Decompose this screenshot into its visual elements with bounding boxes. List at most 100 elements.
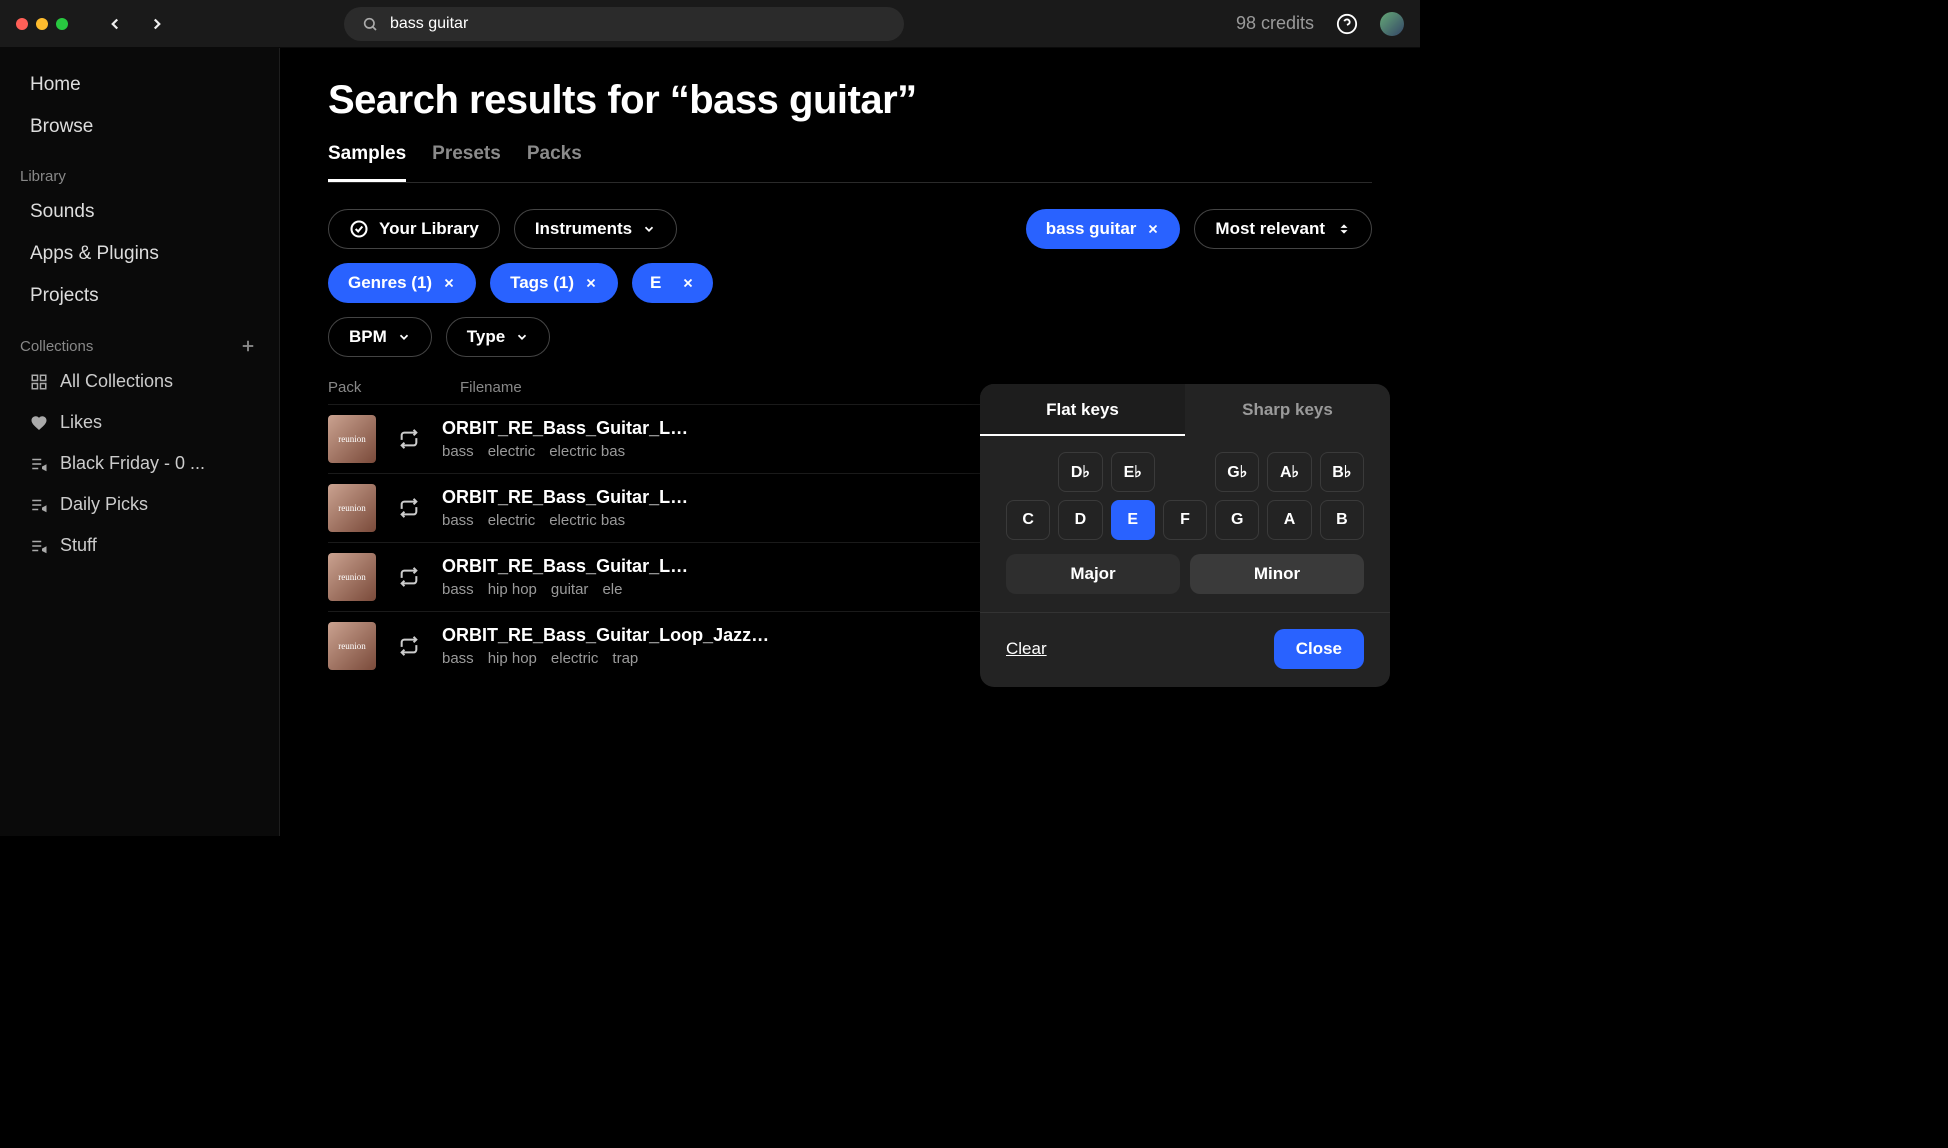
tag[interactable]: bass	[442, 650, 474, 667]
forward-button[interactable]	[148, 15, 166, 33]
sidebar-item-home[interactable]: Home	[0, 66, 279, 104]
close-icon[interactable]	[1146, 222, 1160, 236]
key-G[interactable]: G	[1215, 500, 1259, 540]
titlebar: 98 credits	[0, 0, 1420, 48]
filename: ORBIT_RE_Bass_Guitar_Loop_Jazz…	[442, 625, 782, 646]
tag-list: bass hip hop guitar ele	[442, 581, 782, 598]
clear-button[interactable]: Clear	[1006, 639, 1047, 659]
key-E[interactable]: E	[1111, 500, 1155, 540]
tag[interactable]: ele	[602, 581, 622, 598]
tag[interactable]: electric bas	[549, 443, 625, 460]
sidebar-item-black-friday[interactable]: Black Friday - 0 ...	[0, 445, 279, 482]
credits-label[interactable]: 98 credits	[1236, 13, 1314, 34]
key-D♭[interactable]: D♭	[1058, 452, 1102, 492]
filters-row-1: Your Library Instruments bass guitar Mos…	[328, 209, 1372, 249]
window-controls	[16, 18, 68, 30]
tag[interactable]: trap	[612, 650, 638, 667]
tag[interactable]: hip hop	[488, 581, 537, 598]
add-collection-button[interactable]	[239, 337, 257, 355]
key-C[interactable]: C	[1006, 500, 1050, 540]
key-filter-chip[interactable]: E	[632, 263, 713, 303]
sidebar-item-stuff[interactable]: Stuff	[0, 527, 279, 564]
maximize-window-button[interactable]	[56, 18, 68, 30]
close-icon[interactable]	[584, 276, 598, 290]
key-D[interactable]: D	[1058, 500, 1102, 540]
mode-major-button[interactable]: Major	[1006, 554, 1180, 594]
pack-artwork[interactable]	[328, 415, 376, 463]
loop-icon	[398, 497, 420, 519]
key-A[interactable]: A	[1267, 500, 1311, 540]
chip-label: Genres (1)	[348, 273, 432, 293]
search-input[interactable]	[390, 15, 886, 33]
search-field[interactable]	[344, 7, 904, 41]
help-icon[interactable]	[1336, 13, 1358, 35]
filename: ORBIT_RE_Bass_Guitar_L…	[442, 487, 782, 508]
loop-icon	[398, 635, 420, 657]
tag[interactable]: bass	[442, 581, 474, 598]
sort-label: Most relevant	[1215, 219, 1325, 239]
tab-samples[interactable]: Samples	[328, 143, 406, 182]
your-library-filter[interactable]: Your Library	[328, 209, 500, 249]
sidebar-item-sounds[interactable]: Sounds	[0, 193, 279, 231]
th-pack: Pack	[328, 379, 370, 396]
tag[interactable]: bass	[442, 512, 474, 529]
tag[interactable]: electric bas	[549, 512, 625, 529]
sidebar-item-apps[interactable]: Apps & Plugins	[0, 235, 279, 273]
chip-label: Tags (1)	[510, 273, 574, 293]
heart-icon	[30, 414, 48, 432]
filename: ORBIT_RE_Bass_Guitar_L…	[442, 556, 782, 577]
key-B♭[interactable]: B♭	[1320, 452, 1364, 492]
popover-tab-flat[interactable]: Flat keys	[980, 384, 1185, 436]
grid-icon	[30, 373, 48, 391]
pack-artwork[interactable]	[328, 484, 376, 532]
sidebar-item-browse[interactable]: Browse	[0, 108, 279, 146]
tab-presets[interactable]: Presets	[432, 143, 501, 182]
tag[interactable]: electric	[488, 443, 536, 460]
minimize-window-button[interactable]	[36, 18, 48, 30]
back-button[interactable]	[106, 15, 124, 33]
key-F[interactable]: F	[1163, 500, 1207, 540]
key-B[interactable]: B	[1320, 500, 1364, 540]
tags-filter-chip[interactable]: Tags (1)	[490, 263, 618, 303]
filters-row-3: BPM Type	[328, 317, 1372, 357]
playlist-icon	[30, 496, 48, 514]
check-circle-icon	[349, 219, 369, 239]
sort-dropdown[interactable]: Most relevant	[1194, 209, 1372, 249]
chevron-down-icon	[642, 222, 656, 236]
tag[interactable]: hip hop	[488, 650, 537, 667]
sidebar-item-label: Stuff	[60, 535, 97, 556]
search-term-chip[interactable]: bass guitar	[1026, 209, 1181, 249]
key-E♭[interactable]: E♭	[1111, 452, 1155, 492]
main-content: Search results for “bass guitar” Samples…	[280, 48, 1420, 836]
key-G♭[interactable]: G♭	[1215, 452, 1259, 492]
type-filter[interactable]: Type	[446, 317, 550, 357]
sidebar-item-daily-picks[interactable]: Daily Picks	[0, 486, 279, 523]
close-icon[interactable]	[442, 276, 456, 290]
loop-icon	[398, 566, 420, 588]
tag[interactable]: electric	[551, 650, 599, 667]
popover-tab-sharp[interactable]: Sharp keys	[1185, 384, 1390, 436]
key-A♭[interactable]: A♭	[1267, 452, 1311, 492]
chip-label: Type	[467, 327, 505, 347]
tab-packs[interactable]: Packs	[527, 143, 582, 182]
key-empty	[1006, 452, 1050, 492]
pack-artwork[interactable]	[328, 622, 376, 670]
pack-artwork[interactable]	[328, 553, 376, 601]
close-window-button[interactable]	[16, 18, 28, 30]
close-button[interactable]: Close	[1274, 629, 1364, 669]
bpm-filter[interactable]: BPM	[328, 317, 432, 357]
tag[interactable]: bass	[442, 443, 474, 460]
th-filename: Filename	[460, 379, 522, 396]
user-avatar[interactable]	[1380, 12, 1404, 36]
tag[interactable]: electric	[488, 512, 536, 529]
sidebar-item-likes[interactable]: Likes	[0, 404, 279, 441]
genres-filter-chip[interactable]: Genres (1)	[328, 263, 476, 303]
instruments-filter[interactable]: Instruments	[514, 209, 677, 249]
sidebar-item-projects[interactable]: Projects	[0, 277, 279, 315]
sidebar-item-all-collections[interactable]: All Collections	[0, 363, 279, 400]
close-icon[interactable]	[681, 276, 695, 290]
playlist-icon	[30, 455, 48, 473]
tag[interactable]: guitar	[551, 581, 589, 598]
sidebar-item-label: All Collections	[60, 371, 173, 392]
mode-minor-button[interactable]: Minor	[1190, 554, 1364, 594]
